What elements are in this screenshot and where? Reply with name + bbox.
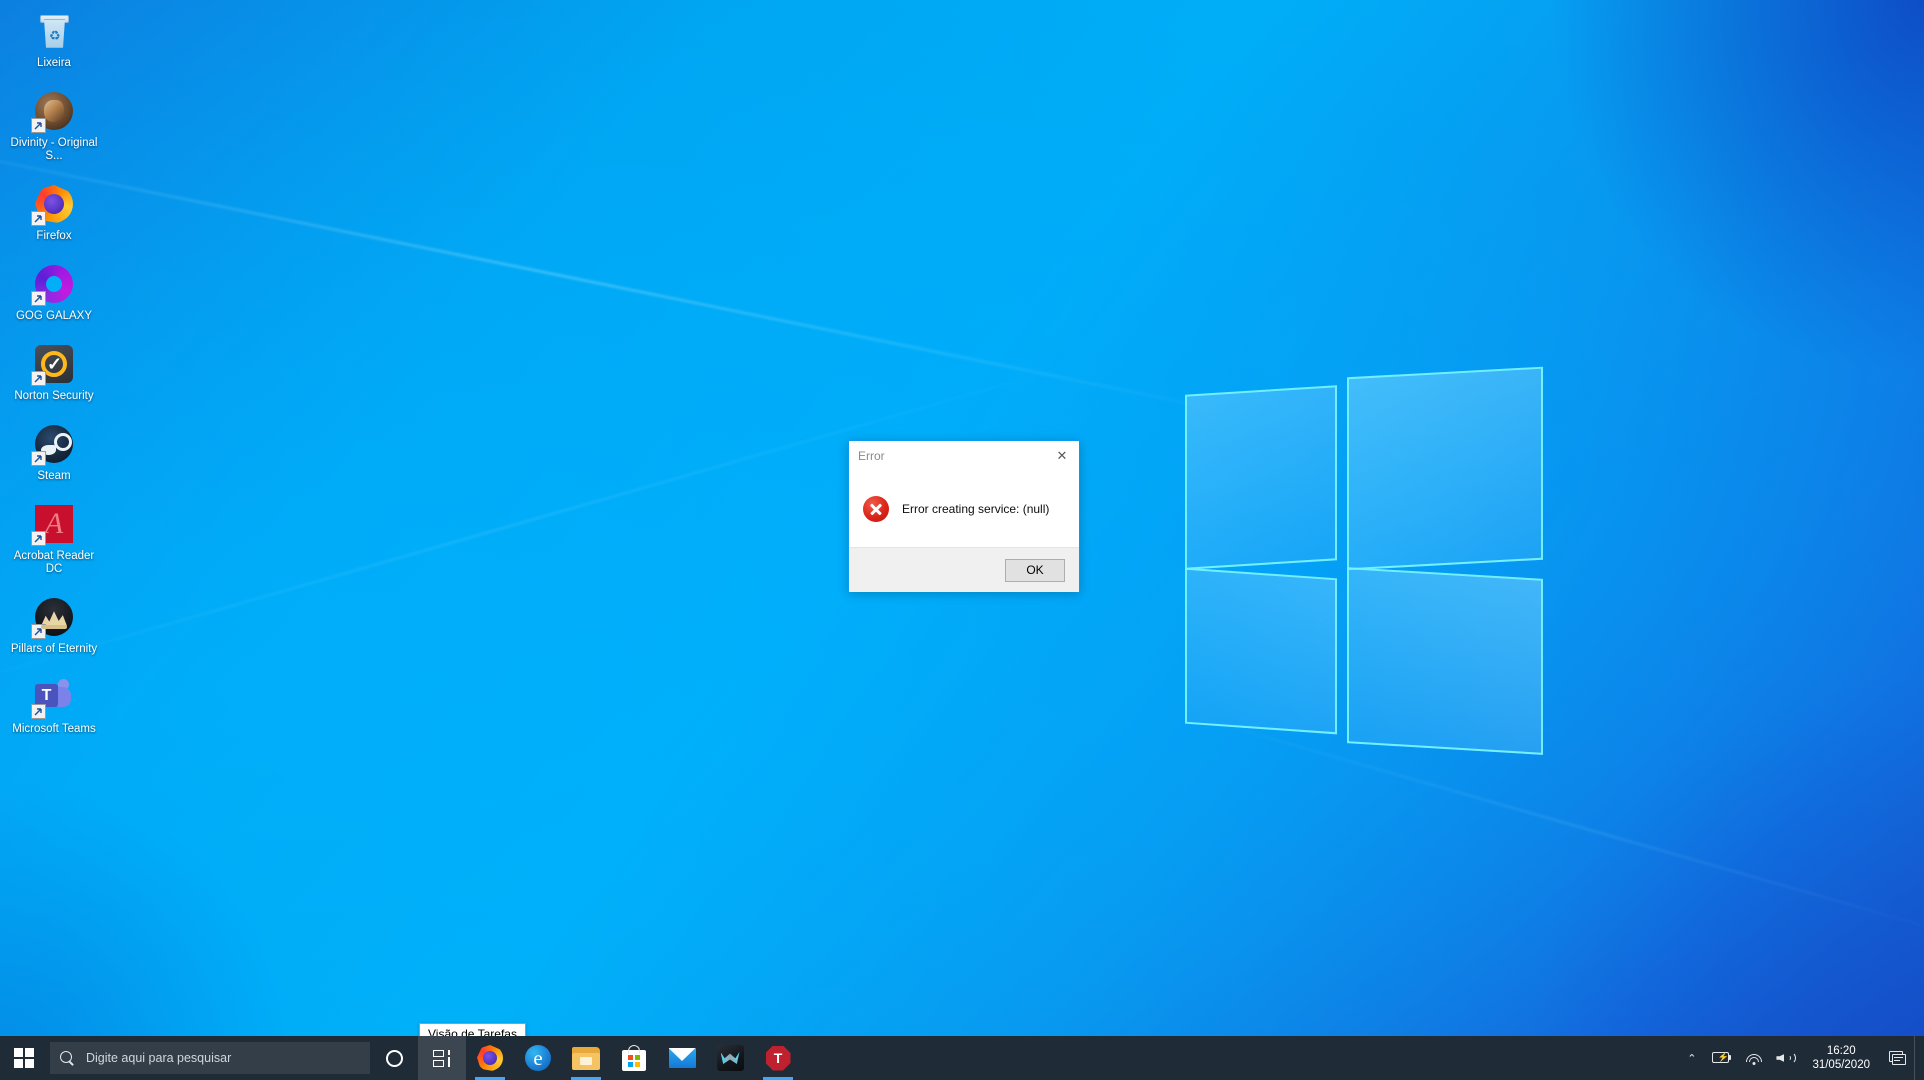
task-view-icon <box>432 1049 452 1067</box>
desktop-icon-lixeira[interactable]: ♻ Lixeira <box>6 4 102 74</box>
hero-pane-bottom-left <box>1185 567 1337 735</box>
hero-pane-top-left <box>1185 385 1337 570</box>
taskbar-button-task-view[interactable] <box>418 1036 466 1080</box>
taskbar-button-mail[interactable] <box>658 1036 706 1080</box>
pillars-of-eternity-icon <box>31 596 75 639</box>
chevron-up-icon: ⌃ <box>1687 1052 1697 1065</box>
shortcut-overlay-icon <box>31 704 46 719</box>
show-desktop-button[interactable] <box>1914 1036 1922 1080</box>
search-placeholder: Digite aqui para pesquisar <box>86 1051 232 1065</box>
dialog-body: Error creating service: (null) <box>849 471 1079 547</box>
acrobat-reader-icon <box>31 503 75 546</box>
shortcut-overlay-icon <box>31 291 46 306</box>
red-octagon-t-icon <box>765 1045 791 1071</box>
dialog-title: Error <box>858 449 885 463</box>
desktop-icon-firefox[interactable]: Firefox <box>6 177 102 247</box>
desktop-icon-acrobat-reader-dc[interactable]: Acrobat Reader DC <box>6 497 102 580</box>
search-icon <box>60 1050 75 1066</box>
desktop-icon-label: Lixeira <box>37 57 71 69</box>
shortcut-overlay-icon <box>31 451 46 466</box>
desktop-icon-pillars-of-eternity[interactable]: Pillars of Eternity <box>6 590 102 660</box>
desktop-icon-label: GOG GALAXY <box>15 310 93 322</box>
battery-charging-icon: ⚡ <box>1710 1052 1732 1064</box>
dialog-titlebar[interactable]: Error ✕ <box>849 441 1079 471</box>
edge-icon <box>525 1045 551 1071</box>
dialog-footer: OK <box>849 547 1079 592</box>
hero-pane-top-right <box>1347 366 1543 571</box>
desktop-icon-label: Pillars of Eternity <box>10 643 98 655</box>
hero-pane-bottom-right <box>1347 567 1543 755</box>
wallpaper-light-ray <box>0 132 1252 418</box>
volume-button[interactable] <box>1769 1036 1802 1080</box>
shortcut-overlay-icon <box>31 118 46 133</box>
desktop-icon-gog-galaxy[interactable]: GOG GALAXY <box>6 257 102 327</box>
network-button[interactable] <box>1738 1036 1769 1080</box>
desktop-icon-label: Firefox <box>36 230 72 242</box>
desktop-icon-steam[interactable]: Steam <box>6 417 102 487</box>
show-hidden-icons-button[interactable]: ⌃ <box>1680 1036 1703 1080</box>
desktop-icon-label: Steam <box>37 470 71 482</box>
taskbar-button-firefox[interactable] <box>466 1036 514 1080</box>
desktop-icon-grid: ♻ Lixeira Divinity - Original S... Firef <box>6 4 102 750</box>
desktop-icon-label: Norton Security <box>14 390 94 402</box>
battery-button[interactable]: ⚡ <box>1703 1036 1738 1080</box>
desktop[interactable]: ♻ Lixeira Divinity - Original S... Firef <box>0 0 1924 1080</box>
clock[interactable]: 16:20 31/05/2020 <box>1802 1044 1880 1072</box>
action-center-icon <box>1888 1050 1906 1066</box>
predator-icon <box>716 1045 744 1071</box>
shortcut-overlay-icon <box>31 371 46 386</box>
ok-button[interactable]: OK <box>1005 558 1065 582</box>
steam-icon <box>31 423 75 466</box>
taskbar-button-microsoft-store[interactable] <box>610 1036 658 1080</box>
close-icon[interactable]: ✕ <box>1045 442 1079 471</box>
desktop-icon-microsoft-teams[interactable]: Microsoft Teams <box>6 670 102 740</box>
system-tray[interactable]: ⌃ ⚡ 16:20 31/05/2020 <box>1680 1036 1924 1080</box>
error-dialog[interactable]: Error ✕ Error creating service: (null) O… <box>848 440 1080 592</box>
shortcut-overlay-icon <box>31 531 46 546</box>
start-button[interactable] <box>0 1036 48 1080</box>
error-circle-icon <box>863 496 889 522</box>
taskbar[interactable]: Digite aqui para pesquisar e T ⌃ ⚡ 16:20… <box>0 1036 1924 1080</box>
windows-logo-icon <box>14 1048 34 1068</box>
taskbar-button-teamviewer[interactable] <box>754 1036 802 1080</box>
folder-icon <box>572 1046 600 1070</box>
windows-hero-logo <box>1185 366 1545 755</box>
dialog-message: Error creating service: (null) <box>902 502 1050 516</box>
store-bag-icon <box>622 1045 646 1071</box>
gog-galaxy-icon <box>31 263 75 306</box>
cortana-circle-icon <box>385 1049 403 1067</box>
taskbar-button-cortana[interactable] <box>370 1036 418 1080</box>
search-input[interactable]: Digite aqui para pesquisar <box>50 1042 370 1074</box>
clock-date: 31/05/2020 <box>1812 1059 1870 1071</box>
taskbar-empty-area[interactable] <box>802 1036 1680 1080</box>
norton-security-icon: ✓ <box>31 343 75 386</box>
firefox-icon <box>477 1045 503 1071</box>
volume-icon <box>1776 1051 1797 1065</box>
desktop-icon-label: Acrobat Reader DC <box>13 550 95 575</box>
mail-envelope-icon <box>668 1048 696 1068</box>
desktop-icon-label: Divinity - Original S... <box>10 137 98 162</box>
shortcut-overlay-icon <box>31 211 46 226</box>
firefox-icon <box>31 183 75 226</box>
divinity-original-sin-icon <box>31 90 75 133</box>
desktop-icon-norton-security[interactable]: ✓ Norton Security <box>6 337 102 407</box>
taskbar-button-microsoft-edge[interactable] <box>514 1036 562 1080</box>
recycle-bin-icon: ♻ <box>33 10 75 52</box>
desktop-icon-label: Microsoft Teams <box>12 723 96 735</box>
action-center-button[interactable] <box>1880 1036 1914 1080</box>
taskbar-button-predator-sense[interactable] <box>706 1036 754 1080</box>
taskbar-button-file-explorer[interactable] <box>562 1036 610 1080</box>
clock-time: 16:20 <box>1826 1045 1856 1057</box>
wifi-icon <box>1745 1052 1762 1065</box>
microsoft-teams-icon <box>31 676 75 719</box>
desktop-icon-divinity-original-sin[interactable]: Divinity - Original S... <box>6 84 102 167</box>
